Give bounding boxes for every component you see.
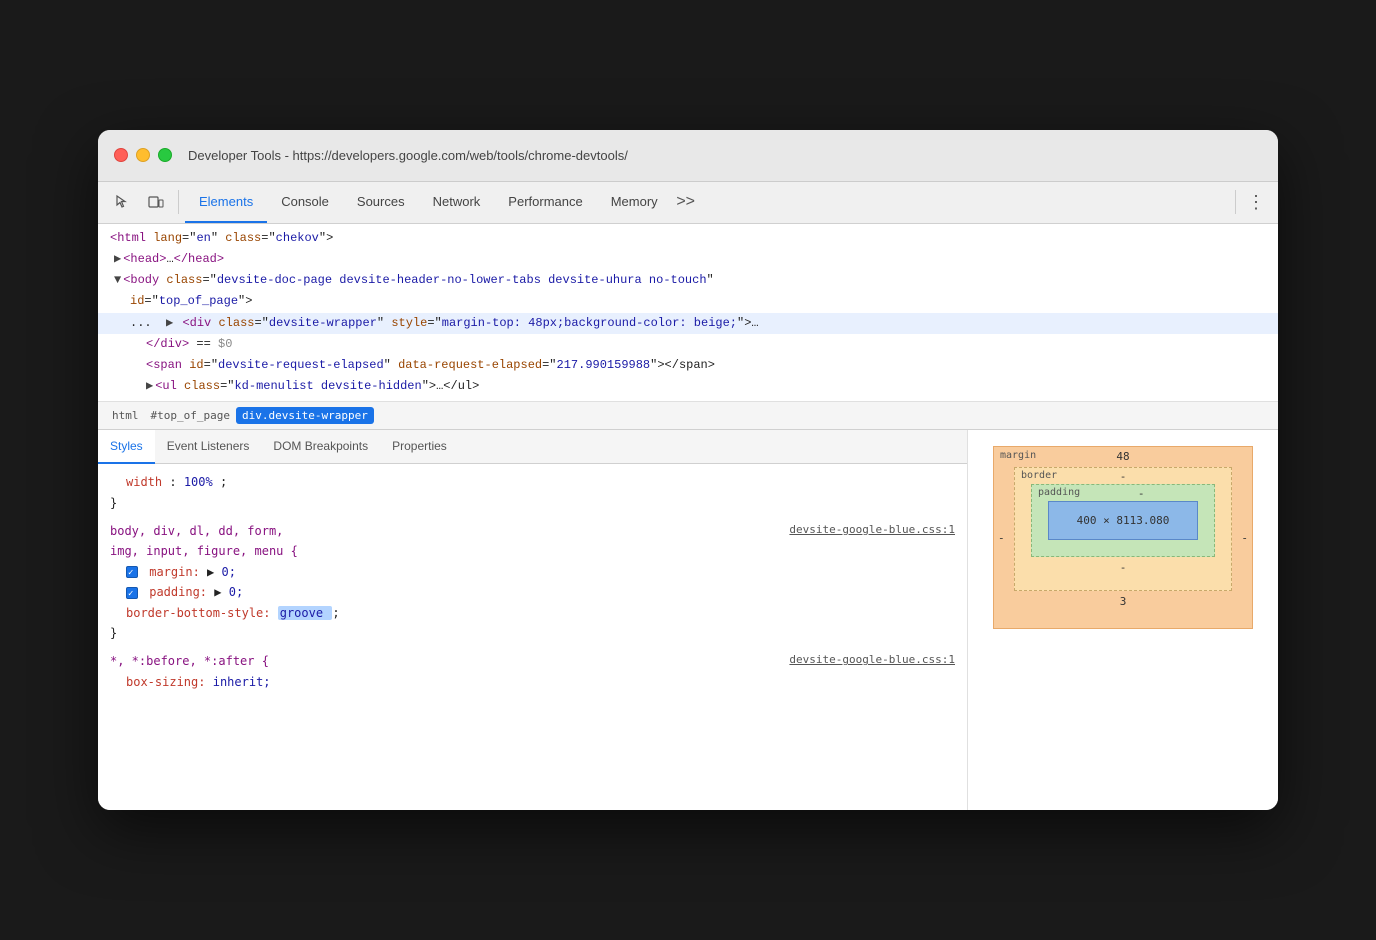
dom-line-body-id[interactable]: id="top_of_page"> [98, 291, 1278, 312]
styles-tabs: Styles Event Listeners DOM Breakpoints P… [98, 430, 967, 464]
margin-left-value[interactable]: - [998, 531, 1005, 544]
css-source-link-1[interactable]: devsite-google-blue.css:1 [789, 521, 955, 540]
css-selector-body: body, div, dl, dd, form, devsite-google-… [110, 521, 955, 541]
styles-tab-properties[interactable]: Properties [380, 430, 459, 464]
inspect-icon[interactable] [106, 186, 138, 218]
more-tabs-button[interactable]: >> [672, 188, 700, 216]
tab-performance[interactable]: Performance [494, 181, 596, 223]
tab-navigation: Elements Console Sources Network Perform… [185, 181, 1229, 223]
minimize-button[interactable] [136, 148, 150, 162]
box-padding: padding - 400 × 8113.080 [1031, 484, 1215, 557]
css-border-rule: border-bottom-style: groove ; [110, 603, 955, 623]
css-block-star: *, *:before, *:after { devsite-google-bl… [110, 651, 955, 692]
margin-right-value[interactable]: - [1241, 531, 1248, 544]
main-area: Styles Event Listeners DOM Breakpoints P… [98, 430, 1278, 810]
tab-console[interactable]: Console [267, 181, 343, 223]
toolbar-divider-2 [1235, 190, 1236, 214]
css-boxsizing-rule: box-sizing: inherit; [110, 672, 955, 692]
css-block-close-2: } [110, 623, 955, 643]
dom-line-ul[interactable]: ▶<ul class="kd-menulist devsite-hidden">… [98, 376, 1278, 397]
css-closing-brace: } [110, 493, 955, 513]
css-source-link-2[interactable]: devsite-google-blue.css:1 [789, 651, 955, 670]
margin-checkbox[interactable] [126, 566, 138, 578]
box-content: 400 × 8113.080 [1048, 501, 1198, 540]
dom-line-span[interactable]: <span id="devsite-request-elapsed" data-… [98, 355, 1278, 376]
box-margin: margin 48 - - border - padding - 400 × 8… [993, 446, 1253, 629]
styles-panel: Styles Event Listeners DOM Breakpoints P… [98, 430, 968, 810]
breadcrumb-html[interactable]: html [106, 407, 145, 424]
elements-panel: <html lang="en" class="chekov"> ▶<head>…… [98, 224, 1278, 403]
dom-line-div-close[interactable]: </div> == $0 [98, 334, 1278, 355]
border-value[interactable]: - [1120, 470, 1127, 483]
devtools-window: Developer Tools - https://developers.goo… [98, 130, 1278, 811]
padding-value[interactable]: - [1138, 487, 1145, 500]
css-width-line: width : 100% ; [110, 472, 955, 492]
styles-content: width : 100% ; } body, div, dl, d [98, 464, 967, 810]
styles-tab-styles[interactable]: Styles [98, 430, 155, 464]
maximize-button[interactable] [158, 148, 172, 162]
title-bar: Developer Tools - https://developers.goo… [98, 130, 1278, 182]
toolbar-divider [178, 190, 179, 214]
window-title: Developer Tools - https://developers.goo… [188, 148, 628, 163]
css-block-width: width : 100% ; } [110, 472, 955, 513]
padding-checkbox[interactable] [126, 587, 138, 599]
styles-tab-event-listeners[interactable]: Event Listeners [155, 430, 262, 464]
css-block-body: body, div, dl, dd, form, devsite-google-… [110, 521, 955, 643]
border-label: border [1021, 470, 1057, 481]
breadcrumb-div-wrapper[interactable]: div.devsite-wrapper [236, 407, 374, 424]
dom-line-head[interactable]: ▶<head>…</head> [98, 249, 1278, 270]
content-dimensions: 400 × 8113.080 [1077, 514, 1170, 527]
dom-line-html[interactable]: <html lang="en" class="chekov"> [98, 228, 1278, 249]
margin-bottom-value[interactable]: 3 [1120, 595, 1127, 608]
margin-label: margin [1000, 450, 1036, 461]
tab-elements[interactable]: Elements [185, 181, 267, 223]
devtools-toolbar: Elements Console Sources Network Perform… [98, 182, 1278, 224]
dom-line-body[interactable]: ▼<body class="devsite-doc-page devsite-h… [98, 270, 1278, 291]
breadcrumb-top-of-page[interactable]: #top_of_page [145, 407, 236, 424]
css-selector-body-2: img, input, figure, menu { [110, 541, 955, 561]
css-margin-rule: margin: ▶ 0; [110, 562, 955, 582]
css-selector-star: *, *:before, *:after { devsite-google-bl… [110, 651, 955, 671]
tab-sources[interactable]: Sources [343, 181, 419, 223]
tab-network[interactable]: Network [419, 181, 495, 223]
close-button[interactable] [114, 148, 128, 162]
tab-memory[interactable]: Memory [597, 181, 672, 223]
styles-tab-dom-breakpoints[interactable]: DOM Breakpoints [261, 430, 380, 464]
box-model-panel: margin 48 - - border - padding - 400 × 8… [968, 430, 1278, 810]
dom-line-div-wrapper[interactable]: ... ▶ <div class="devsite-wrapper" style… [98, 313, 1278, 334]
traffic-lights [114, 148, 172, 162]
devtools-menu-button[interactable]: ⋮ [1242, 188, 1270, 216]
margin-top-value[interactable]: 48 [1116, 450, 1129, 463]
breadcrumb-bar: html #top_of_page div.devsite-wrapper [98, 402, 1278, 430]
css-padding-rule: padding: ▶ 0; [110, 582, 955, 602]
css-groove-value: groove [278, 606, 333, 620]
device-toggle-icon[interactable] [140, 186, 172, 218]
box-border: border - padding - 400 × 8113.080 - [1014, 467, 1232, 591]
padding-label: padding [1038, 487, 1080, 498]
